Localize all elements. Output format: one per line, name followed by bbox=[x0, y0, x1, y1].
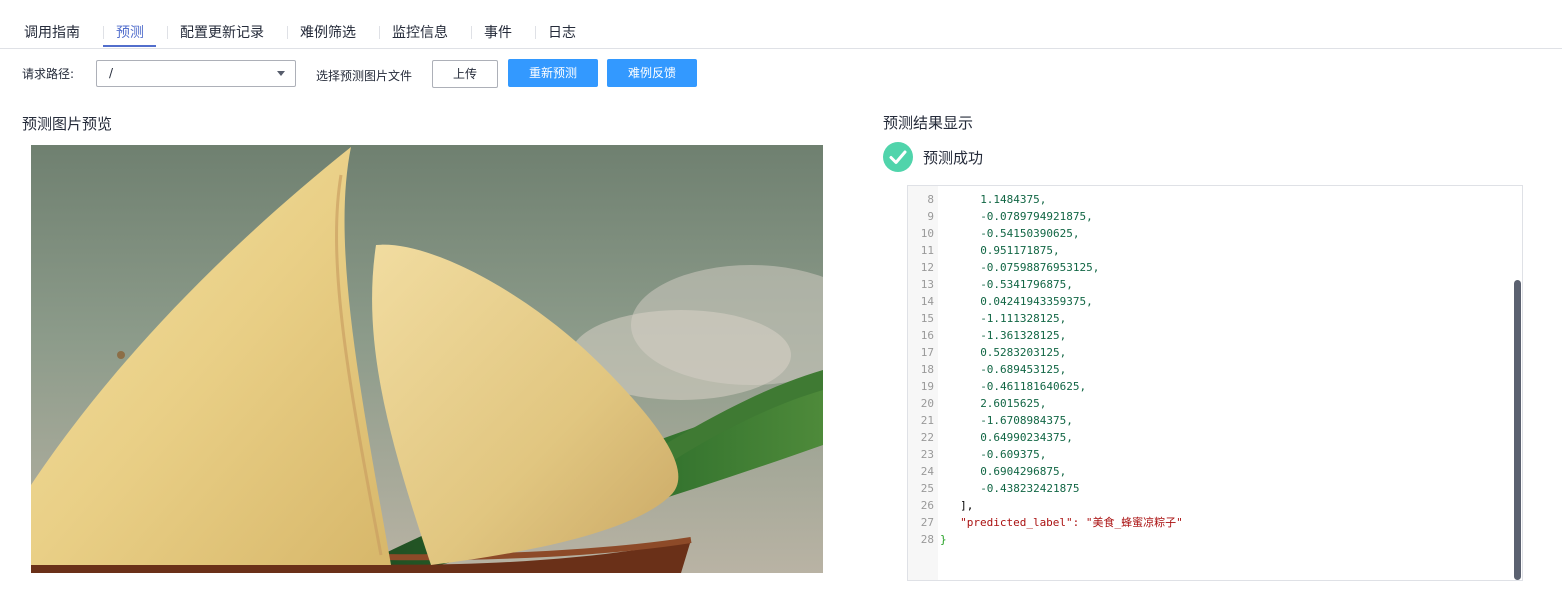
line-number: 25 bbox=[920, 482, 934, 495]
line-number: 12 bbox=[920, 261, 934, 274]
line-number: 13 bbox=[920, 278, 934, 291]
hard-example-feedback-button[interactable]: 难例反馈 bbox=[607, 59, 697, 87]
line-number: 17 bbox=[920, 346, 934, 359]
line-number: 22 bbox=[920, 431, 934, 444]
code-text: -0.5341796875, bbox=[980, 278, 1073, 291]
code-text: -1.361328125, bbox=[980, 329, 1067, 342]
repredict-button[interactable]: 重新预测 bbox=[508, 59, 598, 87]
check-circle-icon bbox=[883, 142, 913, 172]
line-number: 16 bbox=[920, 329, 934, 342]
code-line: 22 0.64990234375, bbox=[908, 429, 1522, 446]
zongzi-photo bbox=[31, 145, 823, 573]
code-line: 13 -0.5341796875, bbox=[908, 276, 1522, 293]
line-number: 28 bbox=[920, 533, 934, 546]
prediction-status: 预测成功 bbox=[923, 149, 984, 167]
tab-hard-example-filter[interactable]: 难例筛选 bbox=[300, 22, 356, 42]
code-line: 25 -0.438232421875 bbox=[908, 480, 1522, 497]
tab-predict[interactable]: 预测 bbox=[116, 22, 144, 42]
chevron-down-icon bbox=[277, 71, 285, 76]
code-line: 10 -0.54150390625, bbox=[908, 225, 1522, 242]
request-path-label: 请求路径: bbox=[22, 67, 75, 81]
upload-button[interactable]: 上传 bbox=[432, 60, 498, 88]
code-line: 23 -0.609375, bbox=[908, 446, 1522, 463]
prediction-result-code[interactable]: 8 1.1484375, 9 -0.0789794921875, 10 -0.541503… bbox=[907, 185, 1523, 581]
code-line: 18 -0.689453125, bbox=[908, 361, 1522, 378]
tab-events[interactable]: 事件 bbox=[484, 22, 512, 42]
code-line: 21 -1.6708984375, bbox=[908, 412, 1522, 429]
select-image-file-label: 选择预测图片文件 bbox=[316, 69, 413, 83]
code-line: 8 1.1484375, bbox=[908, 191, 1522, 208]
line-number: 9 bbox=[927, 210, 934, 223]
code-text: -0.07598876953125, bbox=[980, 261, 1100, 274]
code-line: 16 -1.361328125, bbox=[908, 327, 1522, 344]
code-text: 0.951171875, bbox=[980, 244, 1060, 257]
tab-separator bbox=[103, 26, 104, 39]
code-text: -1.6708984375, bbox=[980, 414, 1073, 427]
tab-bar: 调用指南 预测 配置更新记录 难例筛选 监控信息 事件 日志 bbox=[0, 0, 1562, 49]
line-number: 23 bbox=[920, 448, 934, 461]
tab-call-guide[interactable]: 调用指南 bbox=[24, 22, 80, 42]
tab-logs[interactable]: 日志 bbox=[548, 22, 576, 42]
line-number: 15 bbox=[920, 312, 934, 325]
line-number: 8 bbox=[927, 193, 934, 206]
code-text: -0.609375, bbox=[980, 448, 1047, 461]
line-number: 11 bbox=[920, 244, 934, 257]
code-text: -0.54150390625, bbox=[980, 227, 1080, 240]
code-text: } bbox=[940, 533, 947, 546]
code-text: "predicted_label": "美食_蜂蜜凉粽子" bbox=[960, 516, 1183, 529]
code-lines: 8 1.1484375, 9 -0.0789794921875, 10 -0.541503… bbox=[908, 191, 1522, 548]
code-line: 19 -0.461181640625, bbox=[908, 378, 1522, 395]
active-tab-indicator bbox=[103, 45, 156, 47]
code-text: -0.689453125, bbox=[980, 363, 1067, 376]
code-line: 14 0.04241943359375, bbox=[908, 293, 1522, 310]
code-text: 0.04241943359375, bbox=[980, 295, 1093, 308]
line-number: 10 bbox=[920, 227, 934, 240]
tab-separator bbox=[535, 26, 536, 39]
code-text: 0.64990234375, bbox=[980, 431, 1073, 444]
tab-monitoring[interactable]: 监控信息 bbox=[392, 22, 448, 42]
line-number: 20 bbox=[920, 397, 934, 410]
request-path-select[interactable]: / bbox=[96, 60, 296, 87]
line-number: 19 bbox=[920, 380, 934, 393]
line-number: 27 bbox=[920, 516, 934, 529]
code-line: 11 0.951171875, bbox=[908, 242, 1522, 259]
preview-image bbox=[31, 145, 823, 573]
code-line: 20 2.6015625, bbox=[908, 395, 1522, 412]
code-text: -0.461181640625, bbox=[980, 380, 1087, 393]
tab-separator bbox=[471, 26, 472, 39]
code-text: -0.438232421875 bbox=[980, 482, 1080, 495]
tab-separator bbox=[167, 26, 168, 39]
line-number: 21 bbox=[920, 414, 934, 427]
line-number: 24 bbox=[920, 465, 934, 478]
code-line: 24 0.6904296875, bbox=[908, 463, 1522, 480]
vertical-scrollbar[interactable] bbox=[1514, 280, 1521, 580]
code-line: 28} bbox=[908, 531, 1522, 548]
result-title: 预测结果显示 bbox=[883, 114, 974, 132]
line-number: 26 bbox=[920, 499, 934, 512]
request-path-value: / bbox=[109, 66, 114, 80]
tab-separator bbox=[379, 26, 380, 39]
code-line: 26], bbox=[908, 497, 1522, 514]
code-line: 9 -0.0789794921875, bbox=[908, 208, 1522, 225]
code-line: 12 -0.07598876953125, bbox=[908, 259, 1522, 276]
code-text: ], bbox=[960, 499, 974, 512]
code-line: 15 -1.111328125, bbox=[908, 310, 1522, 327]
code-text: -1.111328125, bbox=[980, 312, 1067, 325]
line-number: 18 bbox=[920, 363, 934, 376]
code-text: 0.5283203125, bbox=[980, 346, 1067, 359]
preview-title: 预测图片预览 bbox=[22, 115, 113, 133]
tab-separator bbox=[287, 26, 288, 39]
code-line: 17 0.5283203125, bbox=[908, 344, 1522, 361]
line-number: 14 bbox=[920, 295, 934, 308]
tab-config-history[interactable]: 配置更新记录 bbox=[180, 22, 264, 42]
code-text: -0.0789794921875, bbox=[980, 210, 1093, 223]
code-text: 1.1484375, bbox=[980, 193, 1047, 206]
code-line: 27 "predicted_label": "美食_蜂蜜凉粽子" bbox=[908, 514, 1522, 531]
code-text: 0.6904296875, bbox=[980, 465, 1067, 478]
code-text: 2.6015625, bbox=[980, 397, 1047, 410]
